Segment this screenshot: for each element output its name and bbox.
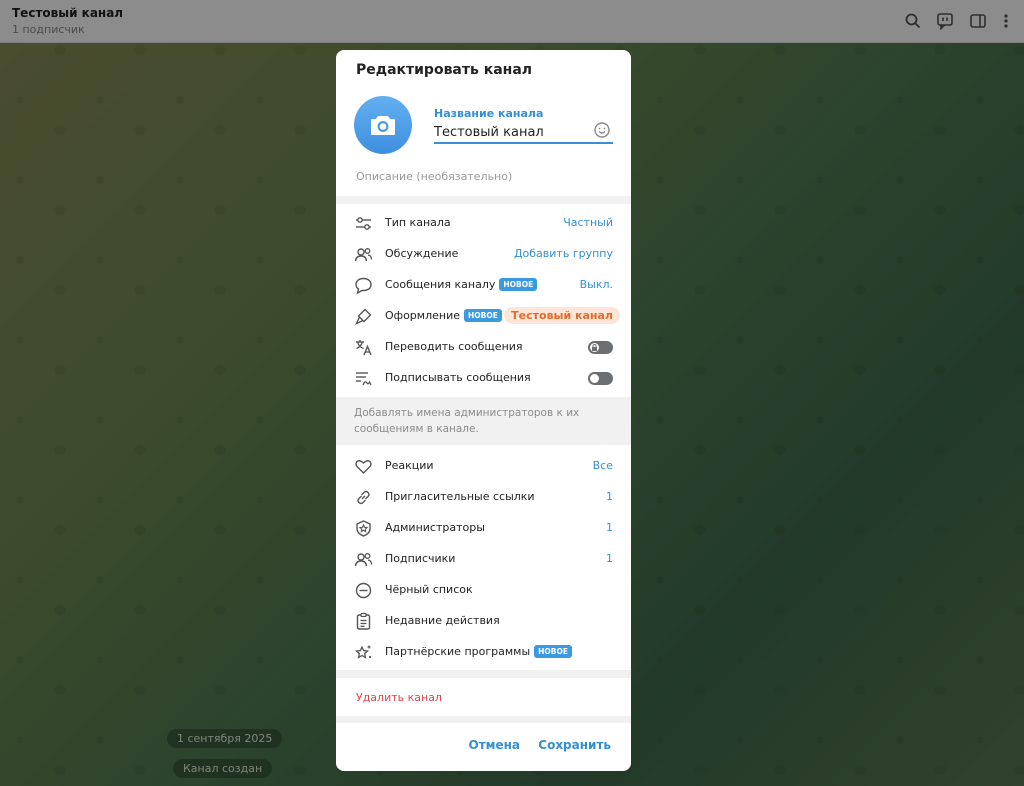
subscribers-label: Подписчики — [385, 552, 456, 565]
appearance-label: Оформление НОВОЕ — [385, 309, 502, 322]
admin-shield-icon — [354, 519, 373, 538]
channel-name-input[interactable] — [434, 122, 613, 144]
translate-toggle[interactable] — [588, 341, 613, 354]
cancel-button[interactable]: Отмена — [469, 738, 521, 752]
users-icon — [354, 550, 373, 569]
section-divider — [336, 716, 631, 723]
toggle-knob — [589, 373, 600, 384]
appearance-value-pill: Тестовый канал — [504, 307, 620, 324]
appearance-row[interactable]: Оформление НОВОЕ Тестовый канал — [336, 301, 631, 332]
translate-messages-row[interactable]: Переводить сообщения — [336, 332, 631, 363]
channel-messages-row[interactable]: Сообщения каналу НОВОЕ Выкл. — [336, 270, 631, 301]
channel-name-label: Название канала — [434, 107, 544, 120]
new-badge: НОВОЕ — [534, 645, 573, 658]
section-divider — [336, 196, 631, 204]
channel-messages-text: Сообщения каналу — [385, 278, 496, 291]
partner-programs-row[interactable]: Партнёрские программы НОВОЕ — [336, 637, 631, 668]
administrators-label: Администраторы — [385, 521, 485, 534]
reactions-label: Реакции — [385, 459, 434, 472]
recent-actions-label: Недавние действия — [385, 614, 500, 627]
section-divider — [336, 670, 631, 678]
delete-channel-button[interactable]: Удалить канал — [356, 691, 442, 704]
new-badge: НОВОЕ — [463, 309, 502, 322]
heart-icon — [354, 457, 373, 476]
invite-links-value: 1 — [606, 490, 613, 503]
channel-messages-value: Выкл. — [579, 278, 613, 291]
discussion-label: Обсуждение — [385, 247, 459, 260]
sparkle-star-icon — [354, 643, 373, 662]
channel-messages-label: Сообщения каналу НОВОЕ — [385, 278, 538, 291]
administrators-row[interactable]: Администраторы 1 — [336, 513, 631, 544]
reactions-row[interactable]: Реакции Все — [336, 451, 631, 482]
lock-icon — [592, 343, 597, 351]
translate-icon — [354, 338, 373, 357]
partner-programs-text: Партнёрские программы — [385, 645, 531, 658]
chat-bubble-icon — [354, 276, 373, 295]
new-badge: НОВОЕ — [499, 278, 538, 291]
reactions-value: Все — [592, 459, 613, 472]
sign-messages-note: Добавлять имена администраторов к их соо… — [336, 397, 631, 445]
clipboard-list-icon — [354, 612, 373, 631]
sign-toggle[interactable] — [588, 372, 613, 385]
channel-type-row[interactable]: Тип канала Частный — [336, 208, 631, 239]
subscribers-value: 1 — [606, 552, 613, 565]
channel-photo-upload[interactable] — [354, 96, 412, 154]
camera-icon — [371, 116, 395, 135]
sign-messages-row[interactable]: Подписывать сообщения — [336, 363, 631, 394]
recent-actions-row[interactable]: Недавние действия — [336, 606, 631, 637]
emoji-icon[interactable] — [593, 121, 611, 139]
translate-messages-label: Переводить сообщения — [385, 340, 523, 353]
sliders-icon — [354, 214, 373, 233]
save-button[interactable]: Сохранить — [538, 738, 611, 752]
users-icon — [354, 245, 373, 264]
appearance-text: Оформление — [385, 309, 460, 322]
sign-messages-note-text: Добавлять имена администраторов к их соо… — [354, 407, 580, 435]
channel-type-label: Тип канала — [385, 216, 451, 229]
edit-channel-dialog: Редактировать канал Название канала Опис… — [336, 50, 631, 771]
sign-messages-label: Подписывать сообщения — [385, 371, 531, 384]
partner-programs-label: Партнёрские программы НОВОЕ — [385, 645, 573, 658]
discussion-row[interactable]: Обсуждение Добавить группу — [336, 239, 631, 270]
description-input[interactable]: Описание (необязательно) — [356, 170, 512, 183]
brush-icon — [354, 307, 373, 326]
link-icon — [354, 488, 373, 507]
blacklist-label: Чёрный список — [385, 583, 473, 596]
invite-links-row[interactable]: Пригласительные ссылки 1 — [336, 482, 631, 513]
administrators-value: 1 — [606, 521, 613, 534]
block-icon — [354, 581, 373, 600]
invite-links-label: Пригласительные ссылки — [385, 490, 535, 503]
signature-icon — [354, 369, 373, 388]
dialog-actions: Отмена Сохранить — [336, 738, 631, 760]
discussion-value: Добавить группу — [513, 247, 613, 260]
blacklist-row[interactable]: Чёрный список — [336, 575, 631, 606]
dialog-title: Редактировать канал — [356, 62, 533, 78]
channel-type-value: Частный — [563, 216, 613, 229]
subscribers-row[interactable]: Подписчики 1 — [336, 544, 631, 575]
